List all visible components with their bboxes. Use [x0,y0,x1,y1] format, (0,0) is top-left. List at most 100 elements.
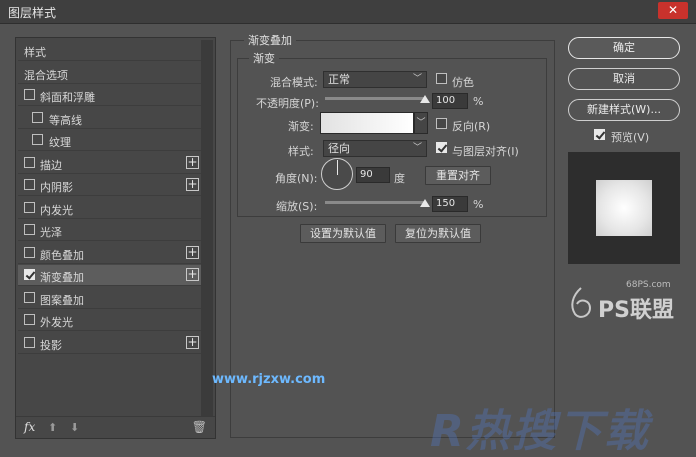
opacity-slider-track[interactable] [325,97,425,100]
gradient-style-dropdown[interactable]: 径向 ﹀ [323,140,427,157]
chevron-down-icon: ﹀ [412,143,422,153]
styles-footer: fx ⬆ ⬇ 🗑 [16,416,215,438]
style-item[interactable]: 光泽 [18,220,201,241]
move-down-icon[interactable]: ⬇ [70,421,79,434]
preview-gradient-square [596,180,652,236]
style-item[interactable]: 斜面和浮雕 [18,85,201,106]
style-item[interactable]: 纹理 [18,130,201,151]
watermark-logo: 68PS.com PS联盟 [568,280,688,324]
style-item-checkbox[interactable] [24,246,35,258]
style-item[interactable]: 投影 + [18,333,201,354]
align-with-layer-checkbox[interactable] [436,142,447,153]
style-item-checkbox[interactable] [24,89,35,100]
watermark-big: R热搜下载 [430,406,650,457]
opacity-unit: % [473,95,484,108]
fx-button[interactable]: fx [24,420,35,434]
plus-icon[interactable]: + [186,268,199,281]
style-item-label: 内发光 [40,203,73,217]
style-item[interactable]: 描边 + [18,153,201,174]
gradient-style-value: 径向 [328,142,350,155]
scale-slider-track[interactable] [325,201,425,204]
style-item-label: 纹理 [49,136,71,149]
blend-mode-label: 混合模式: [270,76,318,89]
style-item[interactable]: 渐变叠加 + [18,265,201,286]
style-item[interactable]: 图案叠加 [18,288,201,309]
plus-icon[interactable]: + [186,335,199,349]
style-item-checkbox[interactable] [24,314,35,325]
style-item-label: 内阴影 [40,181,73,194]
style-item[interactable]: 混合选项 [18,63,201,84]
styles-scrollbar[interactable] [201,40,213,416]
scale-input[interactable]: 150 [432,196,468,212]
gradient-swatch[interactable] [320,112,414,134]
style-item-label: 斜面和浮雕 [40,91,95,104]
style-label: 样式: [288,145,314,158]
style-item-label: 光泽 [40,226,62,239]
style-item[interactable]: 外发光 [18,310,201,331]
new-style-button[interactable]: 新建样式(W)... [568,99,680,121]
style-item-label: 描边 [40,158,62,172]
trash-icon[interactable]: 🗑 [192,420,207,434]
watermark-site: 68PS.com [626,280,671,290]
chevron-down-icon: ﹀ [412,74,422,84]
reset-default-button[interactable]: 复位为默认值 [395,224,481,243]
window-title: 图层样式 [8,6,57,20]
style-item-checkbox[interactable] [24,336,35,348]
angle-label: 角度(N): [275,172,318,185]
style-item-label: 外发光 [40,316,73,329]
chevron-down-icon: ﹀ [416,118,426,128]
blend-mode-value: 正常 [328,73,350,86]
style-item-checkbox[interactable] [24,291,35,303]
style-item-label: 混合选项 [24,68,68,82]
blend-mode-dropdown[interactable]: 正常 ﹀ [323,71,427,88]
watermark-logo-text: PS联盟 [598,298,674,323]
reverse-checkbox[interactable] [436,118,447,129]
style-item[interactable]: 样式 [18,40,201,61]
styles-list-panel: 样式混合选项斜面和浮雕等高线纹理描边 + 内阴影 + 内发光光泽颜色叠加 + 渐变叠加 + 图案… [15,37,216,439]
style-item-label: 颜色叠加 [40,248,84,262]
close-button[interactable]: ✕ [658,2,688,19]
style-item[interactable]: 内发光 [18,198,201,219]
style-item-checkbox[interactable] [24,224,35,235]
move-up-icon[interactable]: ⬆ [48,421,57,434]
watermark-logo-icon [571,287,592,318]
opacity-input[interactable]: 100 [432,93,468,109]
set-default-button[interactable]: 设置为默认值 [300,224,386,243]
angle-dial[interactable] [321,158,353,190]
angle-input[interactable]: 90 [356,167,390,183]
angle-unit: 度 [394,172,405,185]
style-item-checkbox[interactable] [32,111,43,123]
style-item-checkbox[interactable] [24,179,35,190]
style-item-label: 投影 [40,338,62,352]
dither-label: 仿色 [452,76,474,89]
opacity-label: 不透明度(P): [256,97,319,110]
preview-checkbox[interactable] [594,129,605,140]
style-item-checkbox[interactable] [24,156,35,168]
gradient-label: 渐变: [288,120,314,133]
scale-label: 缩放(S): [276,200,318,213]
style-item-label: 渐变叠加 [40,271,84,284]
cancel-button[interactable]: 取消 [568,68,680,90]
gradient-overlay-title: 渐变叠加 [244,32,296,48]
title-bar: 图层样式 ✕ [0,0,696,24]
plus-icon[interactable]: + [186,178,199,191]
ok-button[interactable]: 确定 [568,37,680,59]
style-item-checkbox[interactable] [32,134,43,145]
style-item-checkbox[interactable] [24,269,35,280]
gradient-picker-button[interactable]: ﹀ [414,112,428,134]
style-item-label: 等高线 [49,113,82,127]
style-item[interactable]: 颜色叠加 + [18,243,201,264]
style-item[interactable]: 等高线 [18,108,201,129]
scale-slider-thumb[interactable] [420,199,430,207]
close-icon: ✕ [667,3,679,17]
reset-alignment-button[interactable]: 重置对齐 [425,166,491,185]
dither-checkbox[interactable] [436,73,447,84]
watermark-url: www.rjzxw.com [212,372,326,387]
opacity-slider-thumb[interactable] [420,95,430,103]
plus-icon[interactable]: + [186,155,199,169]
reverse-label: 反向(R) [452,120,491,133]
plus-icon[interactable]: + [186,245,199,259]
align-with-layer-label: 与图层对齐(I) [452,145,519,158]
style-item[interactable]: 内阴影 + [18,175,201,196]
style-item-checkbox[interactable] [24,201,35,213]
